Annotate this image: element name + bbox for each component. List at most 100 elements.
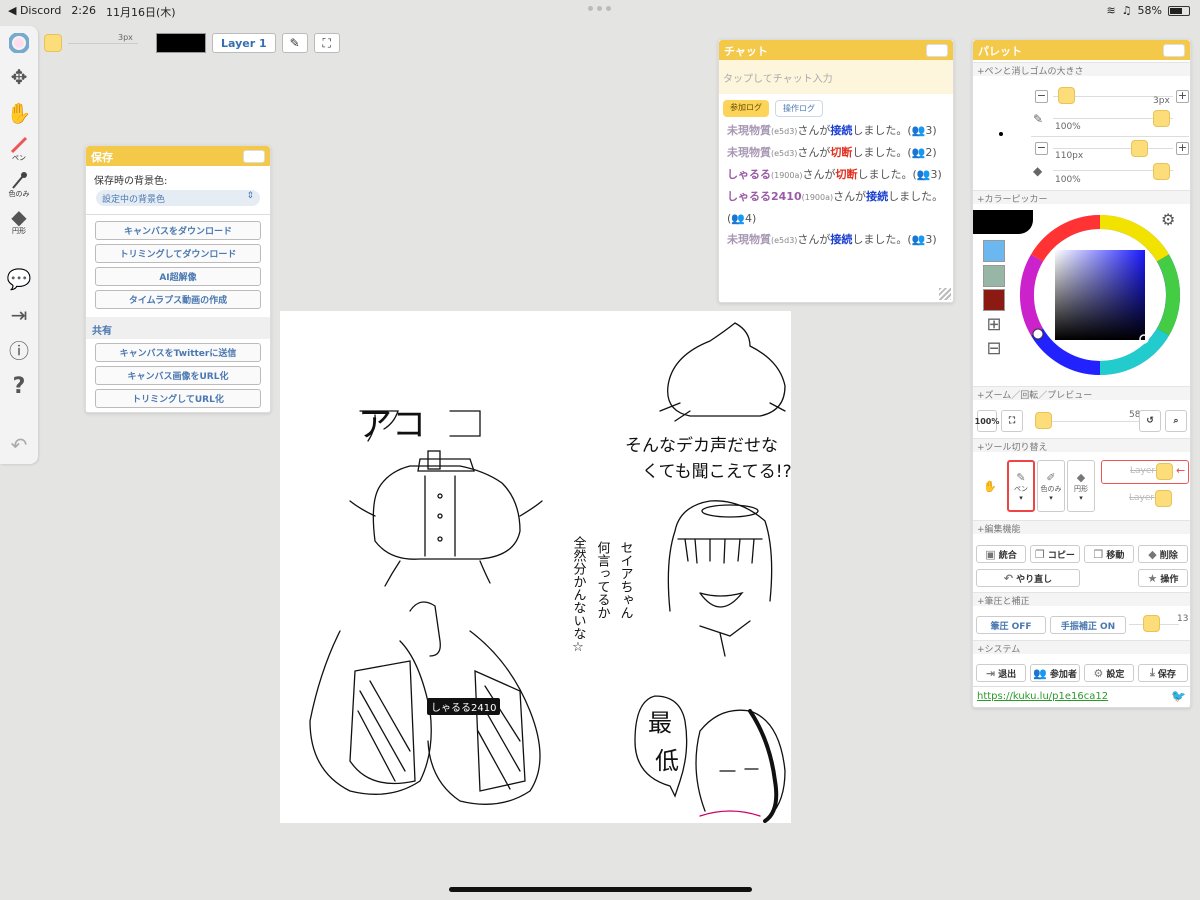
zoom-knob[interactable] bbox=[1035, 412, 1052, 429]
brush-size-slider[interactable] bbox=[68, 42, 138, 44]
timelapse-button[interactable]: タイムラプス動画の作成 bbox=[95, 290, 261, 309]
color-swatch-red[interactable] bbox=[983, 289, 1005, 311]
chat-panel-close-button[interactable] bbox=[926, 44, 948, 57]
hand-icon[interactable]: ✋ bbox=[4, 98, 34, 128]
settings-button[interactable]: ⚙ 設定 bbox=[1084, 664, 1134, 682]
room-url-link[interactable]: https://kuku.lu/p1e16ca12 bbox=[977, 691, 1108, 702]
members-button[interactable]: 👥 参加者 bbox=[1030, 664, 1080, 682]
chat-message-action: 切断 bbox=[835, 168, 858, 181]
brush-size-slider-knob[interactable] bbox=[44, 34, 62, 52]
layer1-opacity-knob[interactable] bbox=[1156, 463, 1173, 480]
pen-size-minus-button[interactable]: − bbox=[1035, 90, 1048, 103]
eraser-size-plus-button[interactable]: + bbox=[1176, 142, 1189, 155]
delete-button[interactable]: ◆ 削除 bbox=[1138, 545, 1188, 563]
home-indicator[interactable] bbox=[449, 887, 752, 892]
palette-picker-tool[interactable]: ✐ 色のみ ▾ bbox=[1037, 460, 1065, 512]
save-button[interactable]: ⤓ 保存 bbox=[1138, 664, 1188, 682]
zoom-100-button[interactable]: 100% bbox=[975, 410, 999, 432]
info-icon[interactable]: ⓘ bbox=[4, 336, 34, 366]
pen-size-plus-button[interactable]: + bbox=[1176, 90, 1189, 103]
section-system[interactable]: +システム bbox=[973, 640, 1190, 655]
tab-ops-log[interactable]: 操作ログ bbox=[775, 100, 823, 117]
redo-button[interactable]: ↶ やり直し bbox=[976, 569, 1080, 587]
download-canvas-button[interactable]: キャンバスをダウンロード bbox=[95, 221, 261, 240]
canvas-url-button[interactable]: キャンバス画像をURL化 bbox=[95, 366, 261, 385]
stabilizer-toggle-button[interactable]: 手振補正 ON bbox=[1050, 616, 1126, 634]
swatch-grid-icon[interactable]: ⊟ bbox=[983, 338, 1005, 360]
hand-tool-button[interactable]: ✋ bbox=[977, 460, 1003, 512]
palette-shape-tool[interactable]: ◆ 円形 ▾ bbox=[1067, 460, 1095, 512]
drawing-canvas[interactable]: そんなデカ声だせな くても聞こえてる!? 最 低 セイアちゃん 何言ってるか 全… bbox=[280, 311, 791, 823]
eraser-size-minus-button[interactable]: − bbox=[1035, 142, 1048, 155]
exit-icon[interactable]: ⇥ bbox=[4, 300, 34, 330]
save-panel-close-button[interactable] bbox=[243, 150, 265, 163]
eraser-icon: ◆ bbox=[11, 205, 27, 229]
fit-screen-icon[interactable]: ⛶ bbox=[1001, 410, 1023, 432]
current-color-swatch[interactable] bbox=[156, 33, 206, 53]
palette-panel-close-button[interactable] bbox=[1163, 44, 1185, 57]
add-swatch-icon[interactable]: ⊞ bbox=[983, 314, 1005, 336]
resize-handle[interactable] bbox=[939, 288, 951, 300]
chat-panel-header[interactable]: チャット bbox=[719, 40, 953, 60]
color-wheel[interactable] bbox=[1017, 212, 1183, 378]
shape-tool[interactable]: ◆ 円形 bbox=[4, 206, 34, 236]
multitask-dots[interactable] bbox=[588, 6, 616, 12]
section-pen-size[interactable]: +ペンと消しゴムの大きさ bbox=[973, 62, 1190, 77]
eyedropper-tool-label: 色のみ bbox=[8, 190, 30, 198]
trim-url-button[interactable]: トリミングしてURL化 bbox=[95, 389, 261, 408]
preview-search-icon[interactable]: ⌕ bbox=[1165, 410, 1187, 432]
send-twitter-button[interactable]: キャンバスをTwitterに送信 bbox=[95, 343, 261, 362]
layer2-row[interactable]: Layer2 bbox=[1101, 488, 1189, 512]
save-panel-header[interactable]: 保存 bbox=[86, 146, 270, 166]
palette-pen-tool[interactable]: ✎ ペン ▾ bbox=[1007, 460, 1035, 512]
back-to-app-link[interactable]: ◀ Discord bbox=[8, 4, 61, 20]
magic-wand-icon[interactable]: ✎ bbox=[281, 33, 308, 53]
stabilizer-knob[interactable] bbox=[1143, 615, 1160, 632]
color-swatch-green[interactable] bbox=[983, 265, 1005, 287]
bg-color-select[interactable]: 設定中の背景色 ⇕ bbox=[96, 190, 260, 206]
chat-message-pre: さんが bbox=[833, 190, 867, 203]
eraser-opacity-knob[interactable] bbox=[1153, 163, 1170, 180]
pen-opacity-knob[interactable] bbox=[1153, 110, 1170, 127]
twitter-icon[interactable]: 🐦 bbox=[1171, 689, 1186, 703]
layer-button[interactable]: Layer 1 bbox=[212, 33, 276, 53]
color-wheel-icon[interactable] bbox=[4, 28, 34, 58]
pen-tool[interactable]: ペン bbox=[4, 134, 34, 164]
section-color-picker[interactable]: +カラーピッカー bbox=[973, 190, 1190, 205]
eyedropper-tool[interactable]: 色のみ bbox=[4, 170, 34, 200]
chat-icon[interactable]: 💬 bbox=[4, 264, 34, 294]
move-icon[interactable]: ✥ bbox=[4, 62, 34, 92]
pressure-toggle-button[interactable]: 筆圧 OFF bbox=[976, 616, 1046, 634]
chat-input[interactable]: タップしてチャット入力 bbox=[719, 60, 953, 94]
trim-download-button[interactable]: トリミングしてダウンロード bbox=[95, 244, 261, 263]
chat-message-hash: (1900a) bbox=[771, 171, 803, 180]
merge-button[interactable]: ▣ 統合 bbox=[976, 545, 1026, 563]
section-edit[interactable]: +編集機能 bbox=[973, 520, 1190, 535]
tab-join-log[interactable]: 参加ログ bbox=[723, 100, 769, 117]
help-icon[interactable]: ? bbox=[4, 372, 34, 402]
pen-size-value: 3px bbox=[1153, 96, 1170, 106]
exit-button[interactable]: ⇥ 退出 bbox=[976, 664, 1026, 682]
pen-size-knob[interactable] bbox=[1058, 87, 1075, 104]
eraser-icon: ◆ bbox=[1076, 470, 1086, 484]
color-swatch-blue[interactable] bbox=[983, 240, 1005, 262]
copy-button[interactable]: ❐ コピー bbox=[1030, 545, 1080, 563]
layer1-row[interactable]: Layer1 ← bbox=[1101, 460, 1189, 484]
palette-panel-header[interactable]: パレット bbox=[973, 40, 1190, 60]
section-zoom[interactable]: +ズーム／回転／プレビュー bbox=[973, 386, 1190, 401]
ai-upscale-button[interactable]: AI超解像 bbox=[95, 267, 261, 286]
chevron-updown-icon: ⇕ bbox=[246, 191, 254, 201]
eraser-size-knob[interactable] bbox=[1131, 140, 1148, 157]
move-button[interactable]: ❐ 移動 bbox=[1084, 545, 1134, 563]
section-tool-switch[interactable]: +ツール切り替え bbox=[973, 438, 1190, 453]
undo-icon[interactable]: ↶ bbox=[4, 430, 34, 460]
crop-icon[interactable]: ⛶ bbox=[313, 33, 340, 53]
rotate-icon[interactable]: ↺ bbox=[1139, 410, 1161, 432]
section-pressure[interactable]: +筆圧と補正 bbox=[973, 592, 1190, 607]
ops-button[interactable]: ★ 操作 bbox=[1138, 569, 1188, 587]
chat-message-hash: (e5d3) bbox=[771, 127, 798, 136]
layer2-opacity-knob[interactable] bbox=[1155, 490, 1172, 507]
battery-percent: 58% bbox=[1137, 4, 1162, 17]
status-date: 11月16日(木) bbox=[106, 6, 176, 19]
eraser-size-slider[interactable] bbox=[1053, 148, 1173, 149]
